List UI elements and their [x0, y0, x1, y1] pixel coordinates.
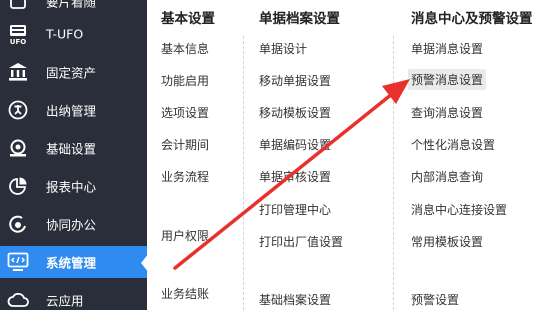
sidebar-item-dashboard[interactable]: 要片看随: [0, 0, 147, 17]
menu-link-options[interactable]: 选项设置: [158, 102, 212, 123]
menu-link-mobile-document[interactable]: 移动单据设置: [256, 70, 334, 91]
bank-icon: [7, 61, 29, 83]
sidebar-item-label: 固定资产: [46, 65, 97, 81]
sidebar-item-collaboration[interactable]: 协同办公: [0, 208, 147, 240]
menu-link-document-design[interactable]: 单据设计: [256, 38, 310, 59]
column-title-basic-settings: 基本设置: [161, 11, 215, 27]
cashier-icon: [7, 99, 29, 121]
menu-link-print-center[interactable]: 打印管理中心: [256, 199, 334, 220]
column-divider: [393, 36, 394, 310]
menu-link-business-process[interactable]: 业务流程: [158, 166, 212, 187]
sidebar-item-system-management[interactable]: 系统管理: [0, 246, 147, 278]
menu-link-document-numbering[interactable]: 单据编码设置: [256, 134, 334, 155]
menu-link-feature-enable[interactable]: 功能启用: [158, 70, 212, 91]
menu-link-internal-messages[interactable]: 内部消息查询: [408, 166, 486, 187]
menu-link-document-approval[interactable]: 单据审核设置: [256, 166, 334, 187]
sidebar-item-label: 基础设置: [46, 141, 97, 157]
menu-link-alert-messages[interactable]: 预警消息设置: [408, 69, 487, 90]
menu-link-message-connection[interactable]: 消息中心连接设置: [408, 199, 510, 220]
cloud-icon: [7, 289, 29, 310]
menu-link-print-factory-defaults[interactable]: 打印出厂值设置: [256, 231, 346, 252]
system-monitor-icon: [7, 251, 29, 273]
sidebar-item-t-ufo[interactable]: UFO T-UFO: [0, 18, 147, 50]
menu-link-accounting-period[interactable]: 会计期间: [158, 134, 212, 155]
column-divider: [243, 36, 244, 310]
sidebar-item-cashier[interactable]: 出纳管理: [0, 94, 147, 126]
column-title-document-settings: 单据档案设置: [259, 11, 340, 27]
menu-link-common-templates[interactable]: 常用模板设置: [408, 231, 486, 252]
menu-link-basic-info[interactable]: 基本信息: [158, 38, 212, 59]
svg-text:UFO: UFO: [10, 38, 26, 45]
dashboard-icon: [7, 0, 29, 12]
sidebar-nav: 要片看随 UFO T-UFO 固定资产 出纳管理 基础设置 报表中心 协同办公 …: [0, 0, 147, 310]
column-title-message-center: 消息中心及预警设置: [411, 11, 533, 27]
menu-link-mobile-template[interactable]: 移动模板设置: [256, 102, 334, 123]
menu-link-query-messages[interactable]: 查询消息设置: [408, 102, 486, 123]
sidebar-item-label: 报表中心: [46, 179, 97, 195]
sidebar-item-report-center[interactable]: 报表中心: [0, 170, 147, 202]
sidebar-item-fixed-assets[interactable]: 固定资产: [0, 56, 147, 88]
settings-icon: [7, 137, 29, 159]
sidebar-item-label: 系统管理: [46, 255, 97, 271]
sidebar-item-basic-settings[interactable]: 基础设置: [0, 132, 147, 164]
menu-link-document-messages[interactable]: 单据消息设置: [408, 38, 486, 59]
menu-link-business-closing[interactable]: 业务结账: [158, 283, 212, 304]
sidebar-item-label: 出纳管理: [46, 103, 97, 119]
system-management-menu: 基本设置 基本信息 功能启用 选项设置 会计期间 业务流程 用户权限 业务结账 …: [147, 0, 553, 310]
collaboration-icon: [7, 213, 29, 235]
ufo-icon: UFO: [7, 23, 29, 45]
sidebar-item-cloud-apps[interactable]: 云应用: [0, 284, 147, 310]
pie-chart-icon: [7, 175, 29, 197]
menu-link-alert-settings[interactable]: 预警设置: [408, 289, 462, 310]
menu-link-user-permissions[interactable]: 用户权限: [158, 225, 212, 246]
menu-link-basic-archives[interactable]: 基础档案设置: [256, 289, 334, 310]
sidebar-item-label: 云应用: [46, 293, 84, 309]
sidebar-item-label: 协同办公: [46, 217, 97, 233]
menu-link-personalized-messages[interactable]: 个性化消息设置: [408, 134, 498, 155]
sidebar-item-label: T-UFO: [46, 26, 84, 42]
sidebar-item-label: 要片看随: [46, 0, 97, 10]
